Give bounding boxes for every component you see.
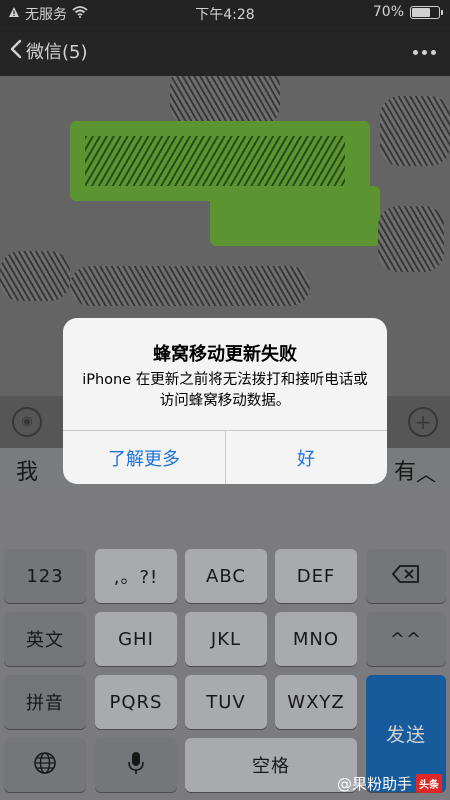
alert-title: 蜂窝移动更新失败 — [153, 344, 297, 365]
watermark-badge: 头条 — [416, 774, 442, 793]
watermark-text: @果粉助手 — [336, 775, 412, 793]
ok-button[interactable]: 好 — [225, 431, 387, 484]
watermark: @果粉助手 头条 — [337, 773, 442, 794]
learn-more-button[interactable]: 了解更多 — [63, 431, 225, 484]
alert-dialog: 蜂窝移动更新失败 iPhone 在更新之前将无法拨打和接听电话或访问蜂窝移动数据… — [63, 318, 387, 484]
alert-message: iPhone 在更新之前将无法拨打和接听电话或访问蜂窝移动数据。 — [82, 372, 368, 409]
